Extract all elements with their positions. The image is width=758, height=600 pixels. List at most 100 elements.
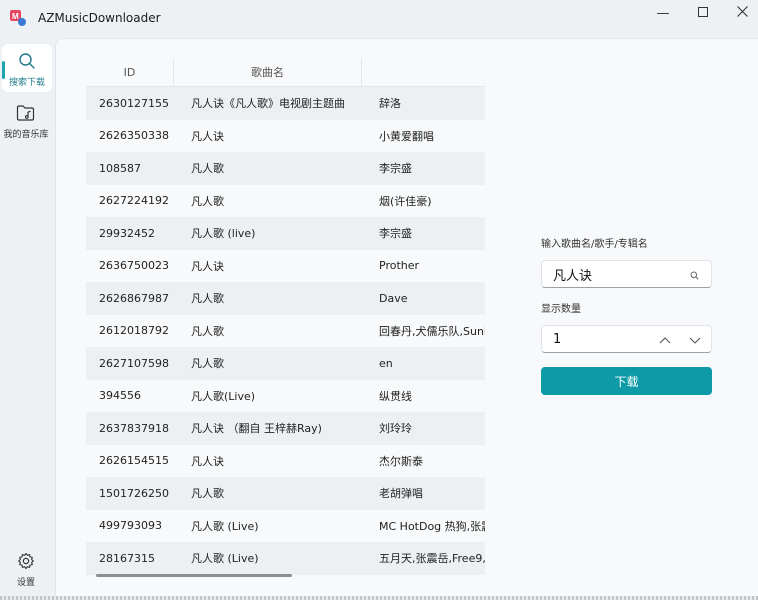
cell-song: 凡人歌 — [191, 324, 224, 338]
column-header-artist[interactable] — [362, 58, 485, 87]
count-label: 显示数量 — [541, 304, 581, 315]
gear-icon — [17, 552, 35, 573]
cell-id: 499793093 — [99, 519, 162, 533]
table-row[interactable]: 2626350338 凡人诀 小黄爱翻唱 — [86, 120, 485, 153]
close-icon — [736, 5, 748, 21]
active-indicator — [2, 61, 5, 79]
logo-letter: M — [12, 12, 19, 21]
column-header-id[interactable]: ID — [86, 58, 174, 87]
cell-song: 凡人歌 — [191, 292, 224, 306]
music-folder-icon — [16, 104, 36, 125]
cell-song: 凡人诀《凡人歌》电视剧主题曲 — [191, 97, 345, 111]
cell-song: 凡人诀 （翻自 王梓赫Ray) — [191, 422, 322, 436]
app-logo-icon: M — [10, 10, 26, 26]
cell-artist: 老胡弹唱 — [379, 487, 423, 501]
sidebar-item-label: 搜索下载 — [8, 78, 45, 88]
minimize-button[interactable]: — — [641, 0, 685, 26]
cell-song: 凡人歌 (Live) — [191, 552, 259, 566]
table-row[interactable]: 394556 凡人歌(Live) 纵贯线 — [86, 380, 485, 413]
chevron-down-icon — [689, 333, 701, 348]
cell-artist: 烟(许佳豪) — [379, 194, 432, 208]
column-header-song[interactable]: 歌曲名 — [174, 58, 362, 87]
sidebar-item-label: 我的音乐库 — [3, 130, 49, 140]
sidebar-item-settings[interactable]: 设置 — [0, 552, 52, 592]
cell-artist: 辞洛 — [379, 97, 401, 111]
maximize-button[interactable] — [681, 0, 725, 26]
cell-artist: 五月天,张震岳,Free9,信 — [379, 552, 485, 566]
cell-id: 2637837918 — [99, 421, 169, 435]
search-input[interactable]: 凡人诀 — [541, 260, 712, 288]
quantity-stepper[interactable]: 1 — [541, 325, 712, 353]
cell-id: 108587 — [99, 161, 141, 175]
cell-id: 2636750023 — [99, 259, 169, 273]
cell-artist: 小黄爱翻唱 — [379, 129, 434, 143]
sidebar-item-label: 设置 — [16, 578, 35, 588]
cell-artist: Dave — [379, 291, 408, 305]
cell-id: 1501726250 — [99, 486, 169, 500]
table-row[interactable]: 108587 凡人歌 李宗盛 — [86, 152, 485, 185]
search-icon — [18, 52, 36, 73]
cell-id: 29932452 — [99, 226, 155, 240]
cell-artist: 刘玲玲 — [379, 422, 412, 436]
table-body: 2630127155 凡人诀《凡人歌》电视剧主题曲 辞洛 2626350338 凡人诀… — [86, 87, 485, 575]
main-content: ID 歌曲名 2630127155 凡人诀《凡人歌》电视剧主题曲 辞洛 262635… — [55, 38, 758, 596]
title-bar: M AZMusicDownloader — — [0, 0, 758, 38]
cell-artist: Prother — [379, 259, 420, 273]
table-row[interactable]: 2636750023 凡人诀 Prother — [86, 250, 485, 283]
window-bottom-edge — [0, 596, 758, 600]
cell-id: 2626867987 — [99, 291, 169, 305]
cell-id: 2626350338 — [99, 129, 169, 143]
cell-artist: 李宗盛 — [379, 227, 412, 241]
table-row[interactable]: 2612018792 凡人歌 回春丹,犬儒乐队,Sunk — [86, 315, 485, 348]
cell-artist: MC HotDog 热狗,张震 — [379, 519, 485, 533]
search-icon[interactable] — [690, 269, 699, 284]
table-row[interactable]: 1501726250 凡人歌 老胡弹唱 — [86, 477, 485, 510]
cell-song: 凡人诀 — [191, 259, 224, 273]
horizontal-scrollbar[interactable] — [96, 574, 292, 577]
cell-song: 凡人歌 — [191, 487, 224, 501]
table-row[interactable]: 29932452 凡人歌 (live) 李宗盛 — [86, 217, 485, 250]
table-row[interactable]: 28167315 凡人歌 (Live) 五月天,张震岳,Free9,信 — [86, 542, 485, 575]
table-header: ID 歌曲名 — [86, 58, 485, 87]
table-row[interactable]: 2630127155 凡人诀《凡人歌》电视剧主题曲 辞洛 — [86, 87, 485, 120]
sidebar-item-search-download[interactable]: 搜索下载 — [2, 44, 52, 92]
cell-song: 凡人歌(Live) — [191, 389, 256, 403]
results-table: ID 歌曲名 2630127155 凡人诀《凡人歌》电视剧主题曲 辞洛 262635… — [86, 58, 485, 578]
cell-artist: 回春丹,犬儒乐队,Sunk — [379, 324, 485, 338]
cell-id: 28167315 — [99, 551, 155, 565]
cell-artist: 李宗盛 — [379, 162, 412, 176]
query-label: 输入歌曲名/歌手/专辑名 — [541, 239, 648, 250]
increment-button[interactable] — [653, 332, 677, 348]
table-row[interactable]: 2626154515 凡人诀 杰尔斯泰 — [86, 445, 485, 478]
cell-artist: en — [379, 356, 393, 370]
sidebar-item-music-library[interactable]: 我的音乐库 — [0, 104, 52, 144]
maximize-icon — [698, 6, 708, 21]
cell-song: 凡人诀 — [191, 129, 224, 143]
close-button[interactable] — [720, 0, 758, 26]
cell-id: 2627107598 — [99, 356, 169, 370]
sidebar: 搜索下载 我的音乐库 设置 — [0, 38, 55, 600]
download-button[interactable]: 下载 — [541, 367, 712, 395]
table-row[interactable]: 499793093 凡人歌 (Live) MC HotDog 热狗,张震 — [86, 510, 485, 543]
cell-artist: 杰尔斯泰 — [379, 454, 423, 468]
cell-song: 凡人歌 — [191, 194, 224, 208]
cell-song: 凡人歌 (Live) — [191, 519, 259, 533]
chevron-up-icon — [659, 333, 671, 348]
cell-id: 2630127155 — [99, 96, 169, 110]
table-row[interactable]: 2626867987 凡人歌 Dave — [86, 282, 485, 315]
cell-artist: 纵贯线 — [379, 389, 412, 403]
cell-song: 凡人歌 — [191, 357, 224, 371]
search-input-value: 凡人诀 — [553, 268, 593, 284]
cell-song: 凡人歌 (live) — [191, 227, 256, 241]
table-row[interactable]: 2627224192 凡人歌 烟(许佳豪) — [86, 185, 485, 218]
decrement-button[interactable] — [683, 332, 707, 348]
cell-id: 2612018792 — [99, 324, 169, 338]
cell-song: 凡人歌 — [191, 162, 224, 176]
table-row[interactable]: 2627107598 凡人歌 en — [86, 347, 485, 380]
cell-id: 394556 — [99, 389, 141, 403]
table-row[interactable]: 2637837918 凡人诀 （翻自 王梓赫Ray) 刘玲玲 — [86, 412, 485, 445]
cell-id: 2626154515 — [99, 454, 169, 468]
cell-song: 凡人诀 — [191, 454, 224, 468]
minimize-icon: — — [656, 5, 670, 21]
cell-id: 2627224192 — [99, 194, 169, 208]
